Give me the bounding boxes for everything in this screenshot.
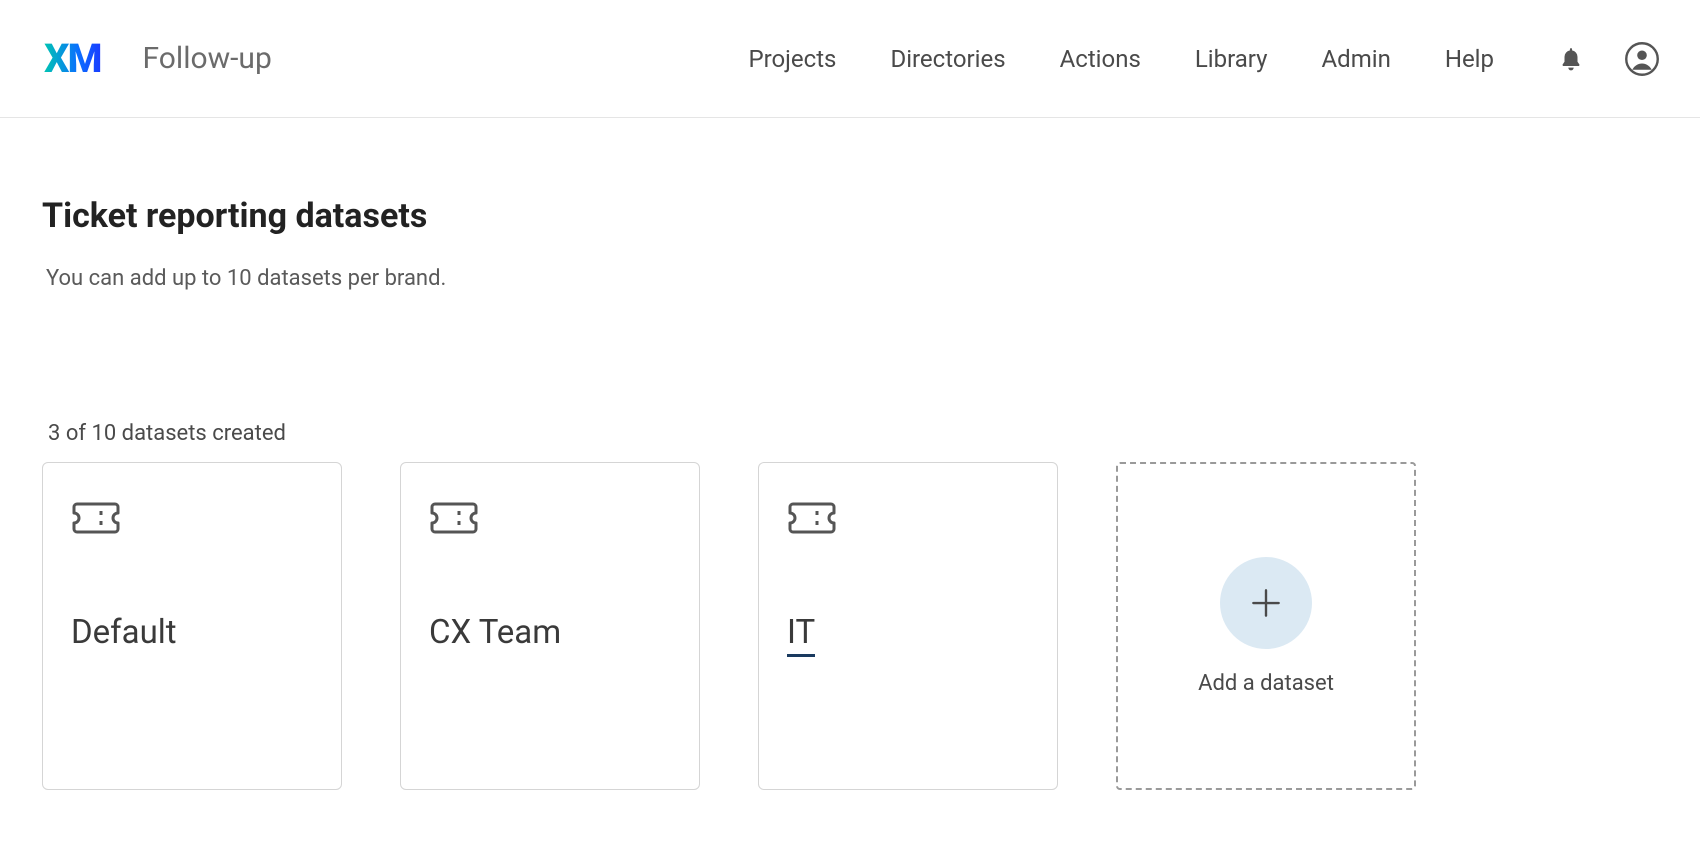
page-title: Ticket reporting datasets — [42, 196, 1658, 236]
plus-icon — [1247, 584, 1285, 622]
main-content: Ticket reporting datasets You can add up… — [0, 118, 1700, 790]
dataset-card-cx-team[interactable]: CX Team — [400, 462, 700, 790]
dataset-card-title: IT — [787, 613, 815, 657]
nav-directories[interactable]: Directories — [890, 45, 1005, 73]
dataset-card-title: Default — [71, 613, 313, 652]
ticket-icon — [71, 501, 313, 539]
nav-library[interactable]: Library — [1195, 45, 1268, 73]
account-button[interactable] — [1624, 41, 1660, 77]
dataset-cards-row: Default CX Team IT — [42, 462, 1658, 790]
nav-icons-group — [1558, 41, 1660, 77]
nav-actions[interactable]: Actions — [1060, 45, 1141, 73]
add-dataset-label: Add a dataset — [1198, 671, 1334, 696]
primary-nav: Projects Directories Actions Library Adm… — [748, 41, 1660, 77]
dataset-card-default[interactable]: Default — [42, 462, 342, 790]
nav-help[interactable]: Help — [1445, 45, 1494, 73]
app-header: XM Follow-up Projects Directories Action… — [0, 0, 1700, 118]
xm-logo[interactable]: XM — [44, 35, 101, 82]
dataset-count-text: 3 of 10 datasets created — [48, 421, 1658, 446]
page-subtext: You can add up to 10 datasets per brand. — [46, 266, 1658, 291]
bell-icon — [1558, 44, 1584, 74]
nav-admin[interactable]: Admin — [1322, 45, 1391, 73]
ticket-icon — [787, 501, 1029, 539]
brand-label: Follow-up — [143, 41, 272, 76]
dataset-card-title: CX Team — [429, 613, 671, 652]
dataset-card-it[interactable]: IT — [758, 462, 1058, 790]
ticket-icon — [429, 501, 671, 539]
nav-projects[interactable]: Projects — [748, 45, 836, 73]
plus-circle — [1220, 557, 1312, 649]
notifications-button[interactable] — [1558, 44, 1584, 74]
user-circle-icon — [1624, 41, 1660, 77]
add-dataset-card[interactable]: Add a dataset — [1116, 462, 1416, 790]
